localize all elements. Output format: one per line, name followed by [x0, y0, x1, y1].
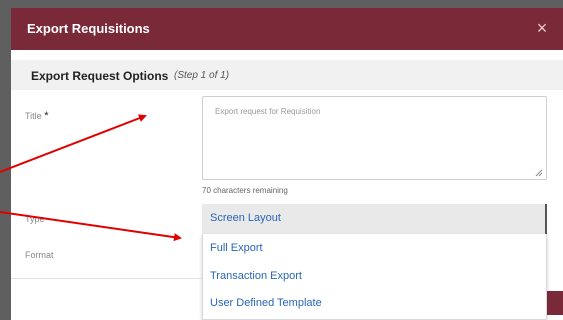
section-header: Export Request Options (Step 1 of 1)	[11, 60, 563, 90]
close-icon[interactable]: ×	[531, 17, 553, 39]
dialog-title: Export Requisitions	[27, 21, 150, 36]
characters-remaining: 70 characters remaining	[202, 186, 288, 195]
resize-grip-icon[interactable]	[535, 169, 543, 177]
type-selected-value: Screen Layout	[210, 212, 281, 224]
title-placeholder: Export request for Requisition	[215, 107, 321, 116]
format-label: Format	[25, 250, 54, 260]
type-label: Type	[25, 214, 45, 224]
title-textarea[interactable]: Export request for Requisition	[202, 96, 547, 180]
title-label: Title *	[25, 110, 48, 122]
type-select[interactable]: Screen Layout	[202, 204, 547, 234]
option-user-defined-template[interactable]: User Defined Template	[210, 297, 322, 309]
title-label-text: Title	[25, 111, 42, 121]
option-transaction-export[interactable]: Transaction Export	[210, 270, 302, 282]
export-requisitions-dialog: Export Requisitions × Export Request Opt…	[11, 8, 563, 320]
dialog-header: Export Requisitions ×	[11, 8, 563, 50]
footer-divider	[11, 278, 202, 279]
footer-action-button[interactable]	[547, 291, 563, 315]
section-heading: Export Request Options	[31, 69, 169, 83]
step-indicator: (Step 1 of 1)	[174, 70, 230, 81]
type-dropdown-list: Full Export Transaction Export User Defi…	[202, 234, 547, 320]
required-marker: *	[44, 110, 49, 122]
option-full-export[interactable]: Full Export	[210, 242, 263, 254]
